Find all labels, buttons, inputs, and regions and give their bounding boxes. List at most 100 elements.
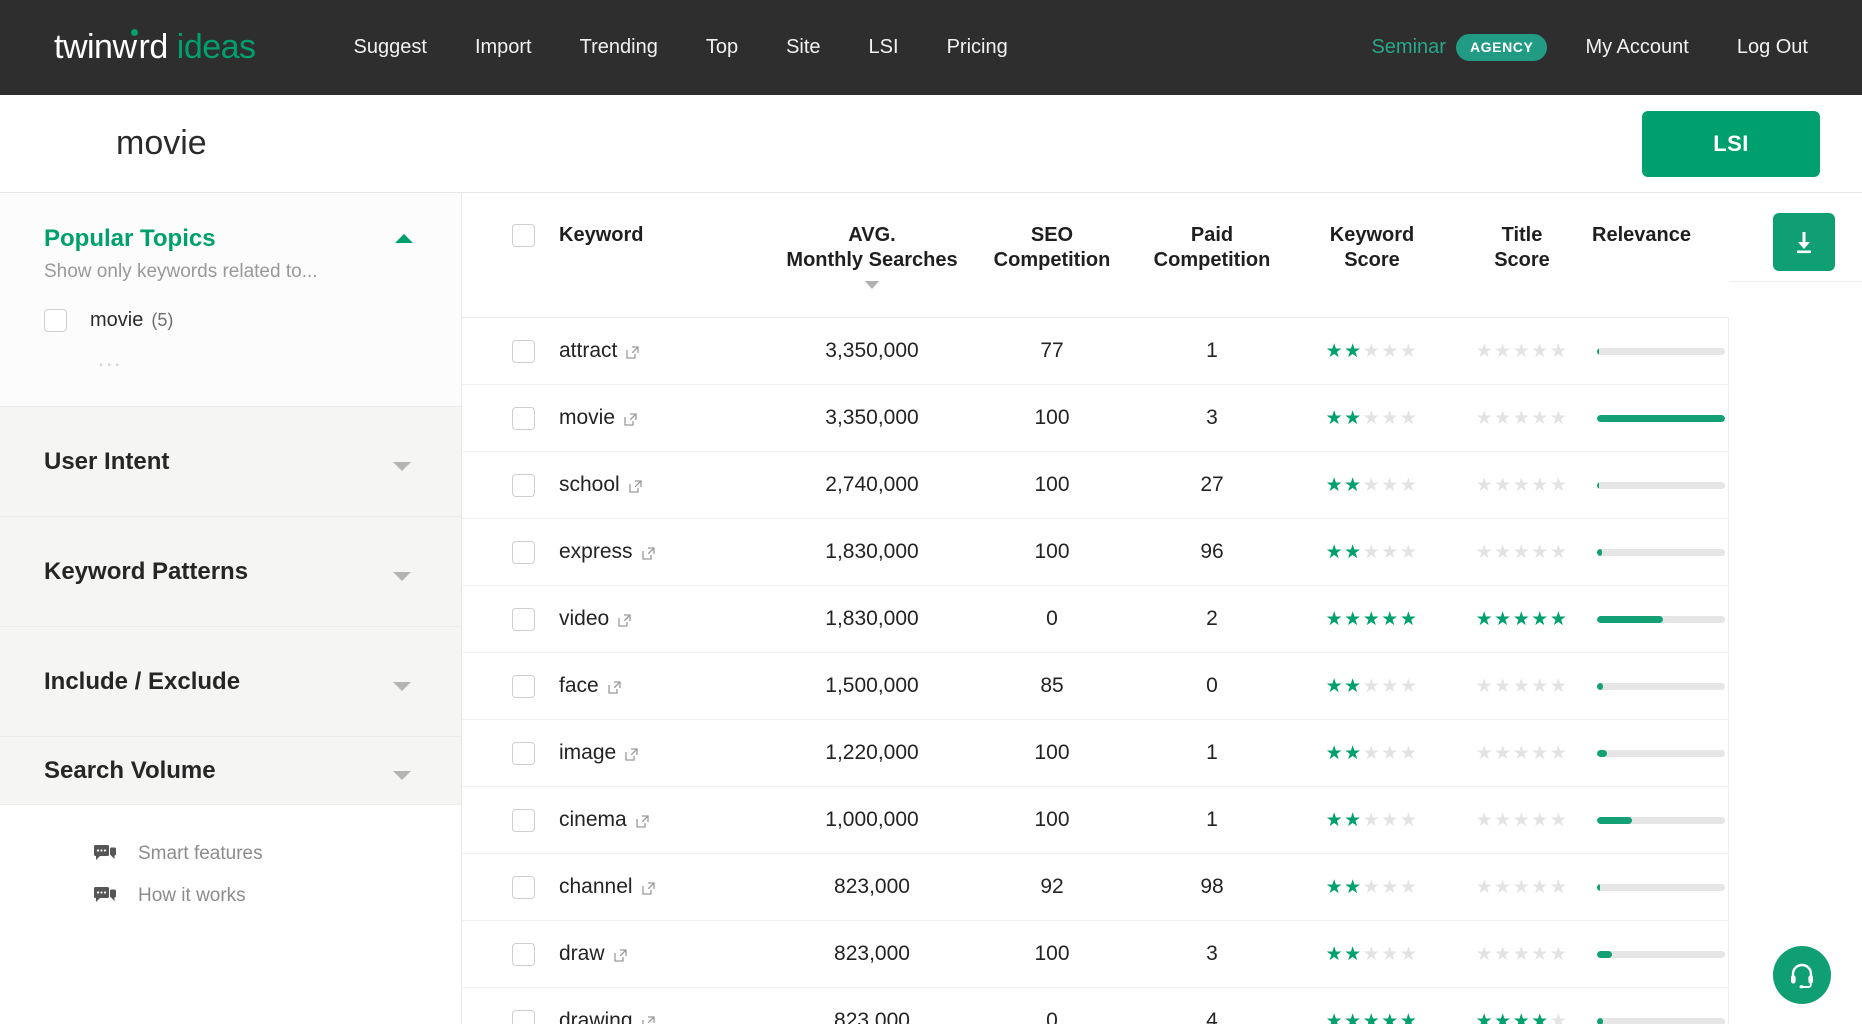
nav-item-trending[interactable]: Trending (556, 26, 682, 69)
star-icon: ★ (1399, 609, 1419, 630)
external-link-icon[interactable] (626, 341, 640, 359)
chevron-down-icon[interactable] (393, 571, 411, 581)
nav-item-site[interactable]: Site (762, 26, 844, 69)
nav-item-lsi[interactable]: LSI (845, 26, 923, 69)
cell-seo-competition: 100 (972, 518, 1132, 586)
help-link-how-it-works[interactable]: How it works (94, 885, 417, 907)
column-header-relevance[interactable]: Relevance (1592, 193, 1729, 318)
table-row[interactable]: movie 3,350,000 100 3 ★★★★★ ★★★★★ (462, 384, 1729, 452)
star-rating: ★★★★★ (1476, 542, 1569, 563)
external-link-icon[interactable] (629, 475, 642, 493)
cell-keyword: channel (462, 853, 772, 921)
row-checkbox[interactable] (512, 339, 535, 363)
table-row[interactable]: draw 823,000 100 3 ★★★★★ ★★★★★ (462, 920, 1729, 988)
star-icon: ★ (1512, 341, 1532, 362)
chevron-down-icon[interactable] (393, 770, 411, 780)
cell-relevance (1592, 987, 1729, 1024)
cell-relevance (1592, 652, 1729, 720)
relevance-bar-fill (1596, 347, 1600, 355)
external-link-icon[interactable] (625, 743, 638, 761)
sidebar-section-include-exclude[interactable]: Include / Exclude (0, 627, 461, 737)
nav-item-top[interactable]: Top (682, 26, 762, 69)
top-navigation-bar: twinw rd ideas Suggest Import Trending T… (0, 0, 1862, 95)
column-header-avg-monthly-searches[interactable]: AVG. Monthly Searches (772, 193, 972, 318)
chevron-down-icon[interactable] (393, 681, 411, 691)
table-row[interactable]: video 1,830,000 0 2 ★★★★★ ★★★★★ (462, 585, 1729, 653)
select-all-checkbox[interactable] (512, 224, 535, 247)
star-rating: ★★★★★ (1326, 944, 1419, 965)
table-row[interactable]: face 1,500,000 85 0 ★★★★★ ★★★★★ (462, 652, 1729, 720)
external-link-icon[interactable] (641, 542, 655, 560)
row-checkbox[interactable] (512, 808, 535, 832)
cell-paid-competition: 3 (1132, 920, 1292, 988)
column-label-line2: Score (1494, 249, 1550, 271)
table-row[interactable]: image 1,220,000 100 1 ★★★★★ ★★★★★ (462, 719, 1729, 787)
lsi-button[interactable]: LSI (1642, 111, 1820, 177)
download-button[interactable] (1773, 213, 1835, 271)
show-more-topics[interactable]: ... (98, 346, 417, 372)
topic-filter-item[interactable]: movie (5) (44, 309, 417, 332)
star-icon: ★ (1512, 1011, 1532, 1024)
external-link-icon[interactable] (636, 810, 649, 828)
nav-item-import[interactable]: Import (451, 26, 556, 69)
chevron-up-icon[interactable] (395, 234, 413, 243)
star-icon: ★ (1512, 743, 1532, 764)
table-row[interactable]: cinema 1,000,000 100 1 ★★★★★ ★★★★★ (462, 786, 1729, 854)
account-plan-badge: AGENCY (1455, 34, 1548, 61)
row-checkbox[interactable] (512, 674, 535, 698)
relevance-bar (1596, 1017, 1725, 1024)
external-link-icon[interactable] (608, 676, 621, 694)
table-row[interactable]: drawing 823,000 0 4 ★★★★★ ★★★★★ (462, 987, 1729, 1024)
external-link-icon[interactable] (613, 944, 627, 962)
star-icon: ★ (1531, 877, 1550, 898)
table-row[interactable]: express 1,830,000 100 96 ★★★★★ ★★★★★ (462, 518, 1729, 586)
sort-descending-icon[interactable] (865, 281, 879, 289)
row-checkbox[interactable] (512, 540, 535, 564)
sidebar-section-keyword-patterns[interactable]: Keyword Patterns (0, 517, 461, 627)
logo-twinword-part2: rd (138, 28, 169, 66)
nav-item-suggest[interactable]: Suggest (330, 26, 451, 69)
chevron-down-icon[interactable] (393, 461, 411, 471)
star-icon: ★ (1381, 542, 1400, 563)
nav-item-my-account[interactable]: My Account (1561, 26, 1712, 69)
row-checkbox[interactable] (512, 406, 535, 430)
external-link-icon[interactable] (641, 1011, 655, 1024)
star-icon: ★ (1325, 341, 1345, 362)
external-link-icon[interactable] (618, 609, 631, 627)
row-checkbox[interactable] (512, 473, 535, 497)
star-icon: ★ (1475, 676, 1495, 697)
star-icon: ★ (1475, 1011, 1495, 1024)
star-icon: ★ (1475, 743, 1495, 764)
table-row[interactable]: channel 823,000 92 98 ★★★★★ ★★★★★ (462, 853, 1729, 921)
row-checkbox[interactable] (512, 741, 535, 765)
help-link-smart-features[interactable]: Smart features (94, 843, 417, 865)
row-checkbox[interactable] (512, 942, 535, 966)
star-icon: ★ (1399, 341, 1419, 362)
logo[interactable]: twinw rd ideas (54, 28, 256, 67)
nav-item-log-out[interactable]: Log Out (1713, 26, 1832, 69)
nav-item-pricing[interactable]: Pricing (923, 26, 1032, 69)
table-row[interactable]: school 2,740,000 100 27 ★★★★★ ★★★★★ (462, 451, 1729, 519)
column-header-keyword[interactable]: Keyword (462, 193, 772, 318)
cell-avg-monthly-searches: 3,350,000 (772, 317, 972, 385)
row-checkbox[interactable] (512, 1009, 535, 1024)
column-header-title-score[interactable]: Title Score (1452, 193, 1592, 318)
row-checkbox[interactable] (512, 607, 535, 631)
table-row[interactable]: attract 3,350,000 77 1 ★★★★★ ★★★★★ (462, 317, 1729, 385)
star-icon: ★ (1494, 408, 1513, 429)
account-name[interactable]: Seminar (1371, 36, 1445, 59)
sidebar-section-user-intent[interactable]: User Intent (0, 407, 461, 517)
star-rating: ★★★★★ (1476, 743, 1569, 764)
star-icon: ★ (1494, 609, 1513, 630)
column-header-seo-competition[interactable]: SEO Competition (972, 193, 1132, 318)
column-header-paid-competition[interactable]: Paid Competition (1132, 193, 1292, 318)
star-rating: ★★★★★ (1326, 1011, 1419, 1024)
row-checkbox[interactable] (512, 875, 535, 899)
topic-checkbox[interactable] (44, 309, 67, 332)
external-link-icon[interactable] (641, 877, 655, 895)
external-link-icon[interactable] (624, 408, 637, 426)
column-header-keyword-score[interactable]: Keyword Score (1292, 193, 1452, 318)
support-chat-button[interactable] (1773, 946, 1831, 1004)
relevance-bar (1596, 883, 1725, 891)
sidebar-section-search-volume[interactable]: Search Volume (0, 737, 461, 805)
